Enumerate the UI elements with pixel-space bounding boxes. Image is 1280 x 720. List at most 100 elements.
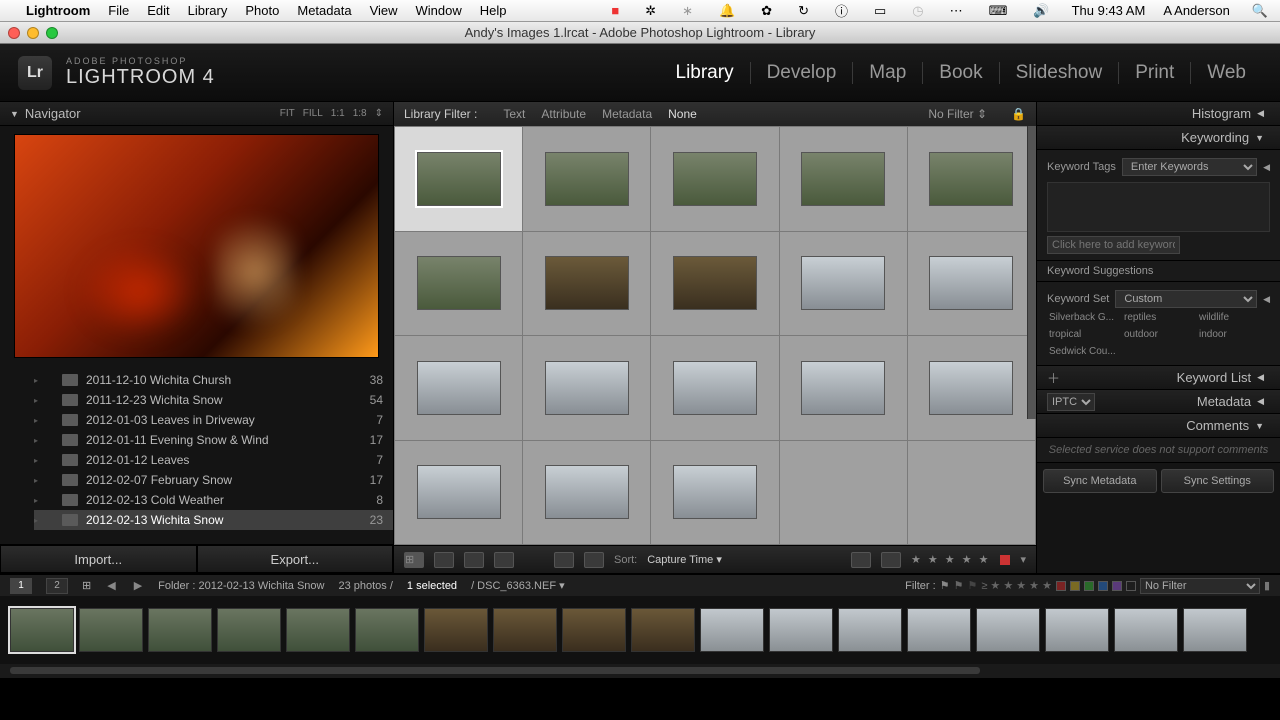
module-map[interactable]: Map bbox=[853, 62, 923, 84]
keyword-set-item[interactable]: reptiles bbox=[1122, 310, 1195, 325]
histogram-header[interactable]: Histogram ◀ bbox=[1037, 102, 1280, 126]
display-icon[interactable]: ▭ bbox=[874, 3, 886, 19]
filmstrip-thumb[interactable] bbox=[631, 608, 695, 652]
comments-header[interactable]: Comments ▼ bbox=[1037, 414, 1280, 438]
menu-edit[interactable]: Edit bbox=[147, 3, 169, 18]
folder-item[interactable]: ▸2012-02-07 February Snow17 bbox=[34, 470, 393, 490]
accessibility-icon[interactable]: ⓘ bbox=[835, 1, 848, 20]
metadata-header[interactable]: IPTC Metadata ◀ bbox=[1037, 390, 1280, 414]
module-library[interactable]: Library bbox=[660, 62, 751, 84]
export-button[interactable]: Export... bbox=[197, 545, 394, 573]
filmstrip-scrollbar[interactable] bbox=[0, 664, 1280, 678]
filmstrip-thumb[interactable] bbox=[79, 608, 143, 652]
menu-metadata[interactable]: Metadata bbox=[297, 3, 351, 18]
grid-cell[interactable] bbox=[908, 441, 1035, 545]
filmstrip-thumb[interactable] bbox=[976, 608, 1040, 652]
keyboard-icon[interactable]: ⌨ bbox=[989, 3, 1008, 19]
filmstrip-thumb[interactable] bbox=[493, 608, 557, 652]
filter-switch-icon[interactable]: ▮ bbox=[1264, 579, 1270, 592]
filter-preset[interactable]: No Filter ⇕ bbox=[928, 107, 987, 121]
zoom-menu-icon[interactable]: ⇕ bbox=[375, 108, 383, 119]
grid-cell[interactable] bbox=[523, 127, 650, 231]
folder-item[interactable]: ▸2012-02-13 Cold Weather8 bbox=[34, 490, 393, 510]
grid-cell[interactable] bbox=[780, 232, 907, 336]
keyword-set-item[interactable]: outdoor bbox=[1122, 327, 1195, 342]
filmstrip-thumb[interactable] bbox=[424, 608, 488, 652]
keyword-set-select[interactable]: Custom bbox=[1115, 290, 1257, 308]
sync-metadata-button[interactable]: Sync Metadata bbox=[1043, 469, 1157, 493]
label-yellow[interactable] bbox=[1070, 581, 1080, 591]
zoom-ratio[interactable]: 1:8 bbox=[353, 108, 367, 119]
keyword-entry[interactable] bbox=[1047, 182, 1270, 232]
timemachine-icon[interactable]: ◷ bbox=[912, 3, 923, 19]
filmstrip-thumb[interactable] bbox=[217, 608, 281, 652]
view-survey-button[interactable] bbox=[494, 552, 514, 568]
sync-icon[interactable]: ↻ bbox=[798, 3, 809, 19]
filter-none[interactable]: None bbox=[668, 107, 697, 121]
label-red[interactable] bbox=[1056, 581, 1066, 591]
app-menu[interactable]: Lightroom bbox=[26, 3, 90, 18]
flag-pick-icon[interactable] bbox=[851, 552, 871, 568]
folder-item[interactable]: ▸2012-01-03 Leaves in Driveway7 bbox=[34, 410, 393, 430]
thumb-size-icon[interactable]: ▾ bbox=[1020, 553, 1026, 566]
grid-cell[interactable] bbox=[780, 127, 907, 231]
chevron-left-icon[interactable]: ◀ bbox=[1263, 294, 1270, 305]
grid-cell[interactable] bbox=[523, 336, 650, 440]
minimize-button[interactable] bbox=[27, 27, 39, 39]
menu-photo[interactable]: Photo bbox=[245, 3, 279, 18]
keyword-set-item[interactable]: tropical bbox=[1047, 327, 1120, 342]
grid-cell[interactable] bbox=[908, 336, 1035, 440]
keyword-list-header[interactable]: ＋ Keyword List ◀ bbox=[1037, 366, 1280, 390]
menu-view[interactable]: View bbox=[370, 3, 398, 18]
nav-back-icon[interactable]: ◀ bbox=[105, 579, 117, 592]
label-blue[interactable] bbox=[1098, 581, 1108, 591]
filmstrip-thumb[interactable] bbox=[355, 608, 419, 652]
volume-icon[interactable]: 🔊 bbox=[1033, 3, 1049, 19]
grid-cell[interactable] bbox=[651, 336, 778, 440]
navigator-preview[interactable] bbox=[14, 134, 379, 358]
grid-cell[interactable] bbox=[908, 127, 1035, 231]
sort-direction-icon[interactable] bbox=[584, 552, 604, 568]
plus-icon[interactable]: ＋ bbox=[1047, 368, 1060, 387]
grid-cell[interactable] bbox=[651, 441, 778, 545]
filmstrip-thumb[interactable] bbox=[1183, 608, 1247, 652]
grid-cell[interactable] bbox=[651, 127, 778, 231]
rating-filter[interactable]: ≥ ★ ★ ★ ★ ★ bbox=[981, 579, 1052, 592]
bell-icon[interactable]: 🔔 bbox=[719, 3, 735, 19]
grid-cell[interactable] bbox=[395, 441, 522, 545]
folder-item[interactable]: ▸2012-02-13 Wichita Snow23 bbox=[34, 510, 393, 530]
filmstrip-thumb[interactable] bbox=[838, 608, 902, 652]
display-secondary[interactable]: 2 bbox=[46, 578, 68, 594]
rec-icon[interactable]: ■ bbox=[611, 3, 619, 18]
menu-help[interactable]: Help bbox=[480, 3, 507, 18]
keyword-input[interactable] bbox=[1047, 236, 1180, 254]
clock[interactable]: Thu 9:43 AM bbox=[1072, 3, 1146, 18]
folder-item[interactable]: ▸2011-12-23 Wichita Snow54 bbox=[34, 390, 393, 410]
color-label-icon[interactable] bbox=[1000, 555, 1010, 565]
grid-cell[interactable] bbox=[523, 441, 650, 545]
keyword-tags-mode[interactable]: Enter Keywords bbox=[1122, 158, 1257, 176]
filter-lock-icon[interactable]: 🔒 bbox=[1011, 107, 1026, 121]
close-button[interactable] bbox=[8, 27, 20, 39]
zoom-fill[interactable]: FILL bbox=[303, 108, 323, 119]
spotlight-icon[interactable]: 🔍 bbox=[1252, 3, 1268, 19]
filter-attribute[interactable]: Attribute bbox=[541, 107, 586, 121]
menu-window[interactable]: Window bbox=[416, 3, 462, 18]
breadcrumb-path[interactable]: Folder : 2012-02-13 Wichita Snow bbox=[158, 580, 324, 592]
dropbox-icon[interactable]: ✲ bbox=[645, 3, 656, 19]
grid-cell[interactable] bbox=[395, 127, 522, 231]
display-primary[interactable]: 1 bbox=[10, 578, 32, 594]
grid-cell[interactable] bbox=[780, 441, 907, 545]
filter-metadata[interactable]: Metadata bbox=[602, 107, 652, 121]
module-print[interactable]: Print bbox=[1119, 62, 1191, 84]
keywording-header[interactable]: Keywording ▼ bbox=[1037, 126, 1280, 150]
bluetooth-icon[interactable]: ∗ bbox=[682, 3, 693, 19]
view-loupe-button[interactable] bbox=[434, 552, 454, 568]
filmstrip-thumb[interactable] bbox=[769, 608, 833, 652]
filmstrip-thumb[interactable] bbox=[286, 608, 350, 652]
module-slideshow[interactable]: Slideshow bbox=[1000, 62, 1120, 84]
label-none[interactable] bbox=[1126, 581, 1136, 591]
rating-stars[interactable]: ★ ★ ★ ★ ★ bbox=[911, 553, 991, 566]
grid-cell[interactable] bbox=[523, 232, 650, 336]
filmstrip-thumb[interactable] bbox=[1045, 608, 1109, 652]
